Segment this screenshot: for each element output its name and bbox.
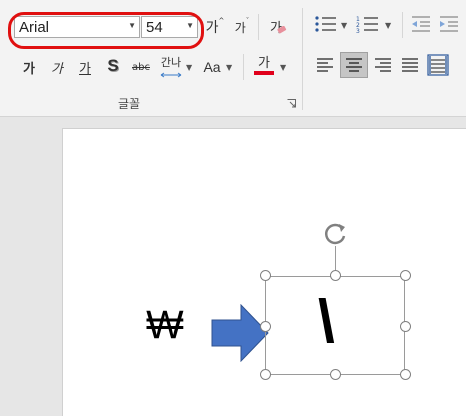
annotation-highlight-ring [8, 12, 204, 49]
svg-text:3: 3 [356, 28, 360, 34]
bold-label: 가 [23, 61, 35, 77]
caret-up-icon: ^ [218, 17, 225, 25]
rotate-handle-icon[interactable] [322, 222, 350, 248]
double-arrow-icon [160, 72, 182, 78]
chevron-down-icon[interactable]: ▼ [341, 21, 347, 30]
italic-label: 가 [51, 61, 63, 77]
resize-handle-top[interactable] [330, 270, 341, 281]
font-color-label: 가 [258, 56, 270, 71]
clear-formatting-button[interactable]: 가 [264, 14, 288, 38]
font-color-button[interactable]: 가 [252, 52, 276, 78]
distributed-icon[interactable] [427, 54, 449, 76]
grow-font-button[interactable]: 가 ^ [204, 16, 226, 38]
change-case-button[interactable]: Aa [200, 56, 224, 78]
justify-icon[interactable] [399, 55, 421, 75]
rotate-handle-stem [335, 246, 336, 271]
resize-handle-bottom-right[interactable] [400, 369, 411, 380]
italic-button[interactable]: 가 [46, 56, 68, 78]
right-arrow-shape[interactable] [211, 304, 269, 362]
underline-button[interactable]: 가 [74, 56, 96, 78]
ribbon: Arial ▼ 54 ▼ 가 ^ 가ˇ 가 가 가 가 S abc 간나 ▼ Aa… [0, 0, 466, 117]
align-left-icon[interactable] [314, 55, 336, 75]
character-spacing-button[interactable]: 간나 [158, 54, 184, 80]
chevron-down-icon[interactable]: ▼ [280, 63, 286, 72]
grow-font-label: 가 [205, 20, 219, 36]
resize-handle-bottom[interactable] [330, 369, 341, 380]
text-shadow-button[interactable]: S [102, 54, 124, 78]
selected-textbox[interactable] [265, 276, 405, 375]
resize-handle-top-right[interactable] [400, 270, 411, 281]
numbering-icon[interactable]: 1 2 3 [356, 14, 380, 34]
underline-label: 가 [79, 61, 91, 77]
chevron-down-icon[interactable]: ▼ [226, 63, 232, 72]
dialog-launcher-icon[interactable] [287, 99, 296, 108]
group-separator [302, 8, 303, 110]
separator [402, 12, 403, 38]
strikethrough-button[interactable]: abc [128, 57, 154, 77]
chevron-down-icon[interactable]: ▼ [186, 63, 192, 72]
align-center-icon [346, 58, 362, 72]
text-shadow-label: S [107, 56, 119, 75]
won-symbol-text[interactable]: ₩ [146, 305, 184, 345]
change-case-label: Aa [203, 59, 221, 75]
eraser-icon [277, 26, 287, 34]
resize-handle-left[interactable] [260, 321, 271, 332]
caret-down-icon: ˇ [245, 17, 250, 25]
textbox-content: \ [318, 288, 335, 355]
font-group-label: 글꼴 [118, 97, 141, 111]
bold-button[interactable]: 가 [18, 56, 40, 78]
shrink-font-label: 가 [234, 20, 246, 35]
increase-indent-icon[interactable] [438, 14, 460, 34]
resize-handle-bottom-left[interactable] [260, 369, 271, 380]
resize-handle-right[interactable] [400, 321, 411, 332]
decrease-indent-icon[interactable] [410, 14, 432, 34]
resize-handle-top-left[interactable] [260, 270, 271, 281]
strikethrough-label: abc [132, 61, 150, 73]
character-spacing-label: 간나 [160, 56, 182, 69]
align-right-icon[interactable] [372, 55, 394, 75]
chevron-down-icon[interactable]: ▼ [385, 21, 391, 30]
font-color-swatch [254, 71, 274, 75]
bullets-icon[interactable] [314, 14, 338, 34]
align-center-button[interactable] [340, 52, 368, 78]
shrink-font-button[interactable]: 가ˇ [231, 16, 253, 38]
separator [258, 14, 259, 40]
separator [243, 54, 244, 80]
